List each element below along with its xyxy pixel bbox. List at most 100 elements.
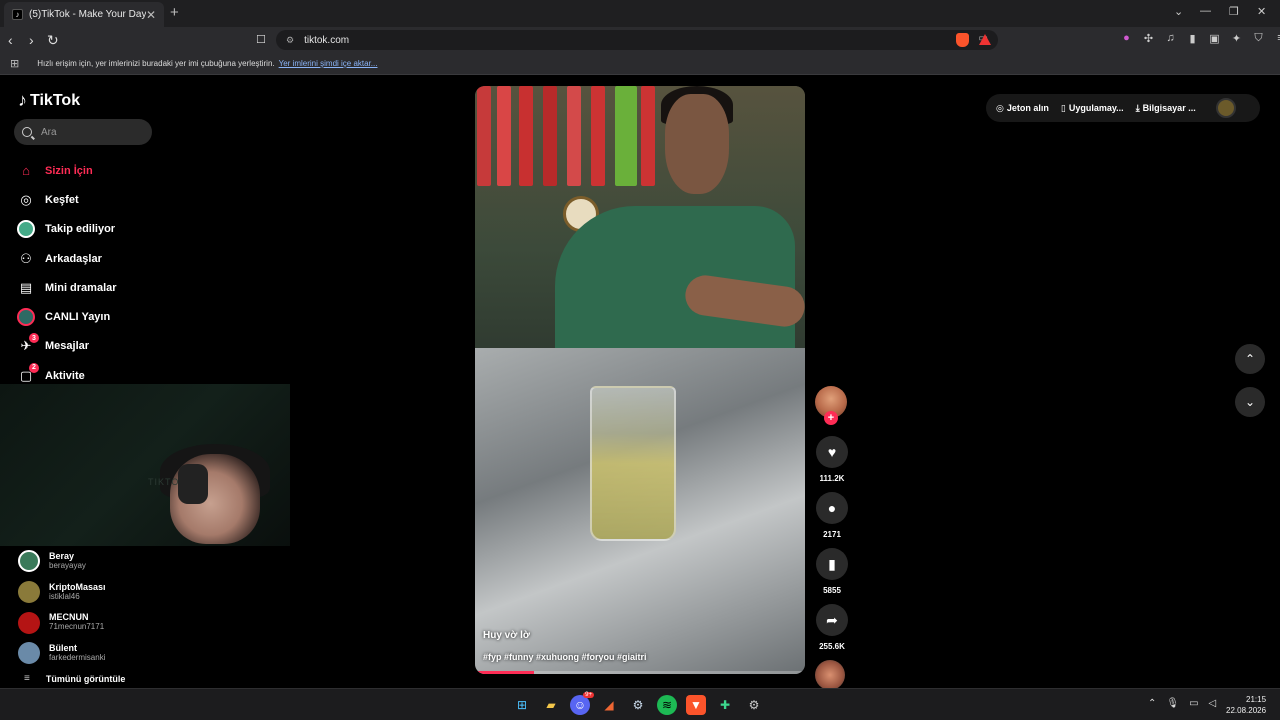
url-field[interactable]: ⚙ tiktok.com ⇄ ▭ [276, 30, 998, 50]
sidebar-item-messages[interactable]: ✈ 3 Mesajlar [16, 332, 196, 361]
follow-plus-icon[interactable]: + [824, 411, 838, 425]
snack-strip [519, 86, 533, 186]
search-input[interactable]: Ara [14, 119, 152, 145]
menu-icon[interactable]: ≡ [1274, 32, 1280, 45]
spotify-icon[interactable]: ≋ [657, 695, 677, 715]
snack-strip [591, 86, 605, 186]
clock-time: 21:15 [1246, 695, 1267, 704]
comment-count: 2171 [823, 530, 841, 539]
volume-icon[interactable]: ◁ [1209, 698, 1217, 709]
video-hashtags[interactable]: #fyp #funny #xuhuong #foryou #giaitri [483, 652, 647, 662]
music-icon[interactable]: ♫ [1164, 32, 1177, 45]
sidebar-nav: ⌂ Sizin İçin ◎ Keşfet Takip ediliyor ⚇ A… [16, 156, 196, 390]
desktop-app-button[interactable]: ⤓ Bilgisayar ... [1136, 103, 1196, 114]
get-app-label: Uygulamay... [1068, 103, 1124, 113]
following-user[interactable]: Beray berayayay [18, 546, 198, 577]
previous-video-button[interactable]: ⌃ [1235, 344, 1265, 374]
minimize-icon[interactable]: — [1200, 5, 1211, 17]
brave-rewards-triangle-icon[interactable] [979, 34, 991, 45]
video-progress-bar[interactable] [475, 671, 805, 674]
following-user-handle: berayayay [49, 560, 86, 570]
following-user[interactable]: KriptoMasası istiklal46 [18, 577, 198, 608]
music-disc-icon[interactable] [815, 660, 845, 690]
profile-avatar[interactable] [1215, 98, 1236, 118]
steam-icon[interactable]: ⚙ [628, 695, 648, 715]
sidebar-item-mini-dramas[interactable]: ▤ Mini dramalar [16, 273, 196, 302]
like-count: 111.2K [819, 474, 845, 483]
windows-start-icon[interactable]: ⊞ [512, 695, 532, 715]
top-right-actions: ◎ Jeton alın ▯ Uygulamay... ⤓ Bilgisayar ..… [986, 94, 1260, 122]
share-button[interactable]: ➦ 255.6K [815, 604, 849, 654]
see-all-following-button[interactable]: ≡ Tümünü görüntüle [18, 669, 198, 689]
brave-rewards-icon[interactable]: ● [1120, 32, 1133, 45]
puzzle-icon[interactable]: ✣ [1142, 32, 1155, 45]
ai-icon[interactable]: ✦ [1230, 32, 1243, 45]
sidebar-item-for-you[interactable]: ⌂ Sizin İçin [16, 156, 196, 185]
bookmark-icon[interactable]: ☐ [256, 33, 266, 46]
sidebar-item-live[interactable]: CANLI Yayın [16, 302, 196, 331]
new-tab-button[interactable]: + [170, 4, 179, 21]
bookmark-hint: Hızlı erişim için, yer imlerinizi burada… [37, 59, 275, 68]
video-frame-top [475, 86, 805, 356]
forward-icon[interactable]: › [29, 32, 34, 48]
tiktok-note-icon: ♪ [18, 90, 27, 110]
avatar [18, 611, 40, 634]
following-user[interactable]: Bülent farkedermisanki [18, 638, 198, 669]
chevron-down-icon: ⌄ [1244, 395, 1256, 409]
tab-list-icon[interactable]: ⌄ [1174, 5, 1183, 18]
url-text: tiktok.com [304, 34, 350, 46]
sidebar-item-following[interactable]: Takip ediliyor [16, 215, 196, 244]
tab-close-icon[interactable]: ✕ [146, 8, 156, 22]
restore-icon[interactable]: ❐ [1229, 5, 1239, 18]
media-app-icon[interactable]: ◢ [599, 695, 619, 715]
wallet-icon[interactable]: ▣ [1208, 32, 1221, 45]
drink-glass [590, 386, 676, 541]
back-icon[interactable]: ‹ [8, 32, 13, 48]
reload-icon[interactable]: ↻ [47, 32, 59, 49]
settings-icon[interactable]: ⚙ [744, 695, 764, 715]
video-player[interactable]: Huy vờ lờ #fyp #funny #xuhuong #foryou #… [475, 86, 805, 674]
desktop-app-label: Bilgisayar ... [1142, 103, 1196, 113]
apps-grid-icon[interactable]: ⊞ [10, 57, 19, 70]
get-app-button[interactable]: ▯ Uygulamay... [1061, 103, 1124, 114]
brave-browser-icon[interactable]: ▼ [686, 695, 706, 715]
sidebar-icon[interactable]: ▮ [1186, 32, 1199, 45]
webcam-overlay: TIKTO [0, 384, 290, 546]
heart-icon: ♥ [816, 436, 848, 468]
sidebar-item-label: Sizin İçin [45, 164, 93, 177]
tiktok-page: ♪ TikTok Ara ⌂ Sizin İçin ◎ Keşfet Takip… [0, 76, 1280, 690]
download-icon: ⤓ [1135, 102, 1140, 113]
snack-strip [477, 86, 491, 186]
next-video-button[interactable]: ⌄ [1235, 387, 1265, 417]
share-icon: ➦ [816, 604, 848, 636]
get-coins-button[interactable]: ◎ Jeton alın [996, 103, 1049, 114]
sidebar-item-friends[interactable]: ⚇ Arkadaşlar [16, 244, 196, 273]
save-button[interactable]: ▮ 5855 [815, 548, 849, 598]
network-icon[interactable]: ▭ [1189, 698, 1198, 709]
discord-icon[interactable]: ☺ 9+ [570, 692, 594, 715]
compass-icon: ◎ [20, 191, 32, 207]
browser-tab[interactable]: ♪ (5)TikTok - Make Your Day ✕ [4, 2, 164, 27]
system-tray: ⌃ 🎙 ▭ ◁ [1148, 698, 1216, 709]
chevron-up-icon[interactable]: ⌃ [1148, 698, 1156, 709]
window-close-icon[interactable]: ✕ [1257, 5, 1266, 18]
shopkeeper [555, 206, 795, 356]
site-info-icon[interactable]: ⚙ [286, 35, 294, 46]
following-user[interactable]: MECNUN 71mecnun7171 [18, 607, 198, 638]
friends-icon: ⚇ [20, 250, 32, 266]
tiktok-logo[interactable]: ♪ TikTok [18, 90, 80, 111]
sidebar-item-explore[interactable]: ◎ Keşfet [16, 185, 196, 214]
shield-icon[interactable]: ⛉ [1252, 32, 1265, 45]
like-button[interactable]: ♥ 111.2K [815, 436, 849, 486]
creator-avatar[interactable]: + [815, 386, 847, 425]
bookmark-icon: ▮ [816, 548, 848, 580]
chevron-up-icon: ⌃ [1244, 352, 1256, 366]
file-explorer-icon[interactable]: ▰ [541, 695, 561, 715]
microphone-icon[interactable]: 🎙 [1166, 698, 1179, 709]
comment-button[interactable]: ● 2171 [815, 492, 849, 542]
import-bookmarks-link[interactable]: Yer imlerini şimdi içe aktar... [279, 59, 378, 68]
app-icon[interactable]: ✚ [715, 695, 735, 715]
taskbar-clock[interactable]: 21:15 22.08.2026 [1226, 694, 1266, 716]
see-all-label: Tümünü görüntüle [45, 673, 126, 684]
brave-shields-icon[interactable] [956, 33, 969, 47]
